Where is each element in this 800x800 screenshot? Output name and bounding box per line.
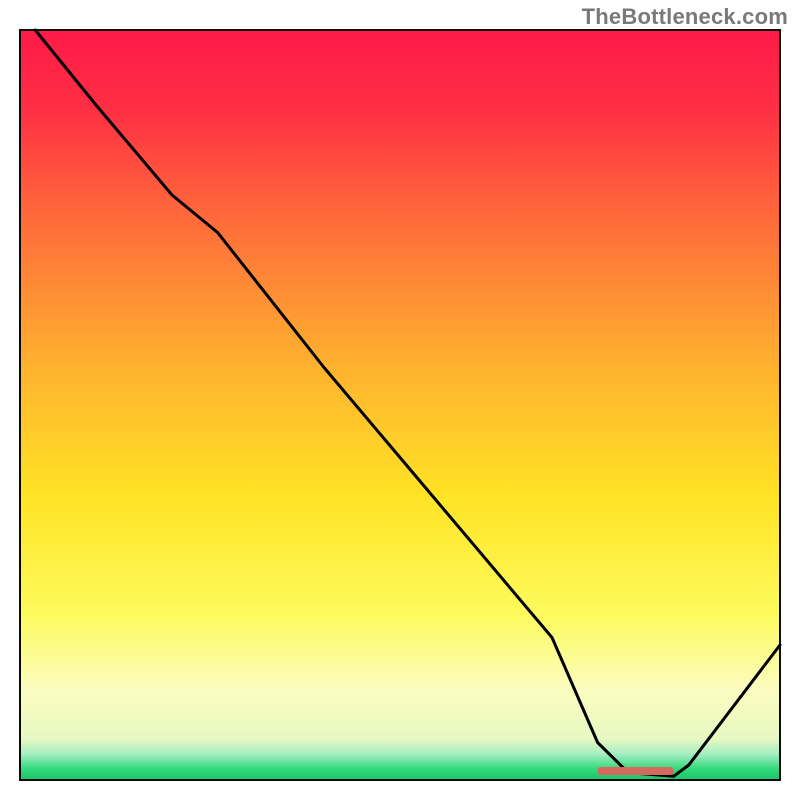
chart-stage: TheBottleneck.com xyxy=(0,0,800,800)
plot-background xyxy=(20,30,780,780)
bottleneck-chart xyxy=(0,0,800,800)
flat-segment-marker xyxy=(598,767,674,775)
